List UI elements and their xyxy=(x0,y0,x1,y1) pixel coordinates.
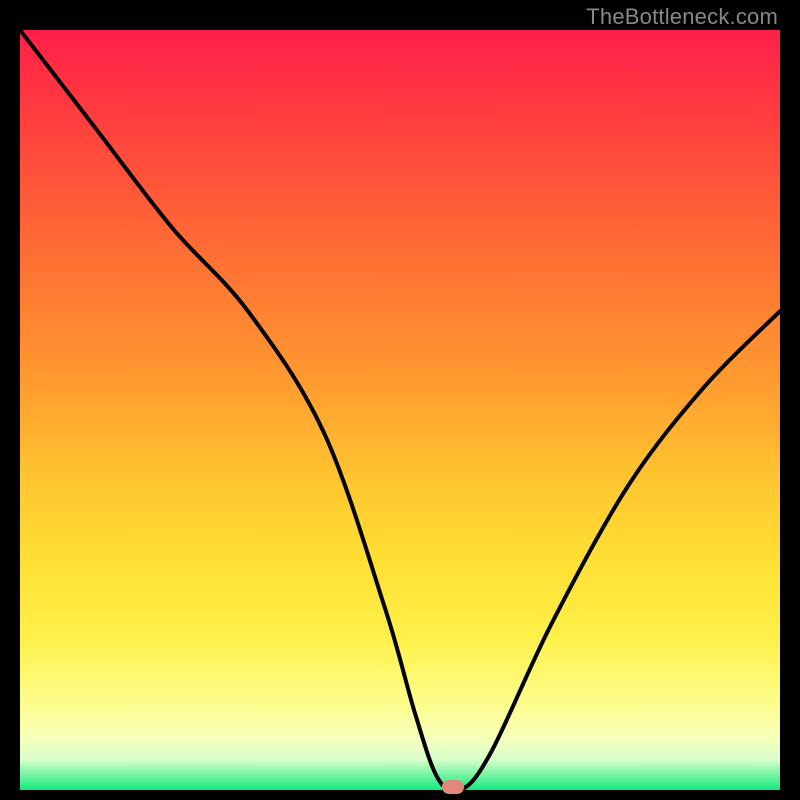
optimum-marker xyxy=(442,780,464,794)
bottleneck-curve xyxy=(20,30,780,790)
curve-path xyxy=(20,30,780,790)
chart-frame xyxy=(20,30,780,790)
watermark-text: TheBottleneck.com xyxy=(586,4,778,30)
